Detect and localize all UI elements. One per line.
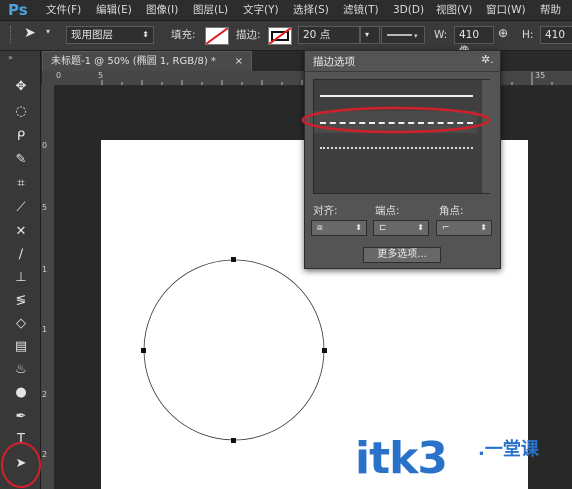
- menu-edit[interactable]: 编辑(E): [96, 0, 132, 20]
- highlight-circle-tool: [1, 442, 41, 488]
- menu-bar: Ps 文件(F) 编辑(E) 图像(I) 图层(L) 文字(Y) 选择(S) 滤…: [0, 0, 572, 21]
- corner-label: 角点:: [439, 205, 464, 217]
- eraser-tool-icon[interactable]: ◇: [10, 315, 32, 333]
- clone-stamp-tool-icon[interactable]: ⊥: [10, 269, 32, 287]
- updown-arrows-icon: ⬍: [355, 223, 362, 232]
- stroke-preset-list[interactable]: [313, 79, 490, 194]
- divider: [305, 71, 500, 72]
- lasso-tool-icon[interactable]: ᑭ: [10, 128, 32, 146]
- ruler-label: 5: [42, 203, 48, 212]
- cap-label: 端点:: [375, 205, 400, 217]
- move-tool-icon[interactable]: ✥: [10, 78, 32, 96]
- collapse-panel-icon[interactable]: »: [8, 53, 13, 62]
- anchor-point-top[interactable]: [231, 257, 236, 262]
- watermark-subtitle: .一堂课: [478, 439, 539, 460]
- layer-mode-select[interactable]: 现用图层 ⬍: [66, 26, 154, 44]
- ruler-label: 1: [42, 265, 48, 274]
- menu-help[interactable]: 帮助: [540, 0, 561, 20]
- layer-mode-value: 现用图层: [71, 29, 113, 41]
- history-brush-tool-icon[interactable]: ≶: [10, 292, 32, 310]
- fill-label: 填充:: [171, 29, 196, 41]
- ruler-label: 0: [42, 141, 48, 150]
- quick-selection-tool-icon[interactable]: ✎: [10, 151, 32, 169]
- link-icon[interactable]: ⊕: [498, 26, 508, 40]
- path-selection-tool-icon[interactable]: ➤: [24, 25, 36, 41]
- menu-view[interactable]: 视图(V): [436, 0, 472, 20]
- gradient-tool-icon[interactable]: ▤: [10, 338, 32, 356]
- ruler-label: 1: [42, 325, 48, 334]
- updown-arrows-icon: ⬍: [417, 223, 424, 232]
- healing-brush-tool-icon[interactable]: ✕: [10, 223, 32, 241]
- updown-arrows-icon: ⬍: [480, 223, 487, 232]
- menu-select[interactable]: 选择(S): [293, 0, 329, 20]
- menu-filter[interactable]: 滤镜(T): [343, 0, 379, 20]
- height-label: H:: [522, 29, 534, 41]
- butt-cap-icon: ⊏: [379, 223, 387, 233]
- gear-icon[interactable]: ✲.: [481, 53, 494, 66]
- dodge-tool-icon[interactable]: ●: [10, 384, 32, 402]
- align-select[interactable]: ⧈ ⬍: [311, 220, 367, 236]
- menu-file[interactable]: 文件(F): [46, 0, 81, 20]
- ruler-label: 0: [56, 71, 62, 80]
- blur-tool-icon[interactable]: ♨: [10, 361, 32, 379]
- fill-swatch[interactable]: [205, 27, 229, 45]
- height-input[interactable]: 410: [540, 26, 572, 44]
- no-color-icon: [206, 28, 228, 44]
- width-label: W:: [434, 29, 448, 41]
- stroke-color-icon: [269, 28, 291, 44]
- stroke-options-panel: 描边选项 ✲. 对齐: 端点: 角点: ⧈ ⬍ ⊏ ⬍ ⌐ ⬍ 更多选项...: [301, 50, 501, 269]
- document-tab-title: 未标题-1 @ 50% (椭圆 1, RGB/8) *: [51, 56, 216, 67]
- miter-corner-icon: ⌐: [442, 223, 450, 233]
- preset-solid[interactable]: [314, 84, 477, 106]
- stroke-width-dropdown-icon[interactable]: ▾: [360, 26, 380, 44]
- tools-panel: » ✥ ◌ ᑭ ✎ ⌗ ⟋ ✕ ∕ ⊥ ≶ ◇ ▤ ♨ ● ✒ T ➤: [0, 51, 41, 489]
- document-tab[interactable]: 未标题-1 @ 50% (椭圆 1, RGB/8) * ×: [42, 51, 252, 71]
- eyedropper-tool-icon[interactable]: ⟋: [10, 199, 32, 217]
- menu-image[interactable]: 图像(I): [146, 0, 178, 20]
- pen-tool-icon[interactable]: ✒: [10, 408, 32, 426]
- anchor-point-bottom[interactable]: [231, 438, 236, 443]
- menu-3d[interactable]: 3D(D): [393, 0, 424, 20]
- preset-dotted[interactable]: [314, 136, 477, 158]
- ruler-label: 5: [98, 71, 104, 80]
- align-inside-icon: ⧈: [317, 223, 323, 233]
- stroke-type-select[interactable]: ▾: [381, 26, 425, 44]
- menu-type[interactable]: 文字(Y): [243, 0, 279, 20]
- watermark-logo: itk3: [355, 433, 448, 484]
- dotted-line-swatch: [320, 147, 473, 149]
- menu-window[interactable]: 窗口(W): [486, 0, 526, 20]
- menu-layer[interactable]: 图层(L): [193, 0, 228, 20]
- svg-text:▾: ▾: [414, 32, 418, 40]
- more-options-button[interactable]: 更多选项...: [363, 247, 441, 263]
- panel-title: 描边选项: [313, 56, 355, 68]
- ruler-label: 2: [42, 390, 48, 399]
- photoshop-logo: Ps: [8, 1, 28, 19]
- brush-tool-icon[interactable]: ∕: [10, 246, 32, 264]
- cap-select[interactable]: ⊏ ⬍: [373, 220, 429, 236]
- close-tab-icon[interactable]: ×: [235, 52, 243, 71]
- stroke-label: 描边:: [236, 29, 261, 41]
- anchor-point-left[interactable]: [141, 348, 146, 353]
- grip-handle[interactable]: [10, 26, 21, 44]
- ruler-label: 2: [42, 450, 48, 459]
- width-input[interactable]: 410 像: [454, 26, 494, 57]
- highlight-ellipse-dashed: [301, 106, 491, 134]
- stroke-swatch[interactable]: [268, 27, 292, 45]
- options-bar: ➤ ▾ 现用图层 ⬍ 填充: 描边: 20 点 ▾ ▾ W: 410 像 ⊕ H…: [0, 21, 572, 57]
- stroke-line-icon: ▾: [387, 32, 418, 40]
- ruler-label: 35: [535, 71, 546, 80]
- stroke-width-input[interactable]: 20 点: [298, 26, 360, 44]
- updown-arrows-icon: ⬍: [142, 30, 149, 39]
- preset-scrollbar[interactable]: [482, 80, 490, 193]
- tool-preset-dropdown-icon[interactable]: ▾: [46, 27, 50, 36]
- solid-line-swatch: [320, 95, 473, 97]
- anchor-point-right[interactable]: [322, 348, 327, 353]
- marquee-tool-icon[interactable]: ◌: [10, 103, 32, 121]
- corner-select[interactable]: ⌐ ⬍: [436, 220, 492, 236]
- align-label: 对齐:: [313, 205, 338, 217]
- crop-tool-icon[interactable]: ⌗: [10, 175, 32, 193]
